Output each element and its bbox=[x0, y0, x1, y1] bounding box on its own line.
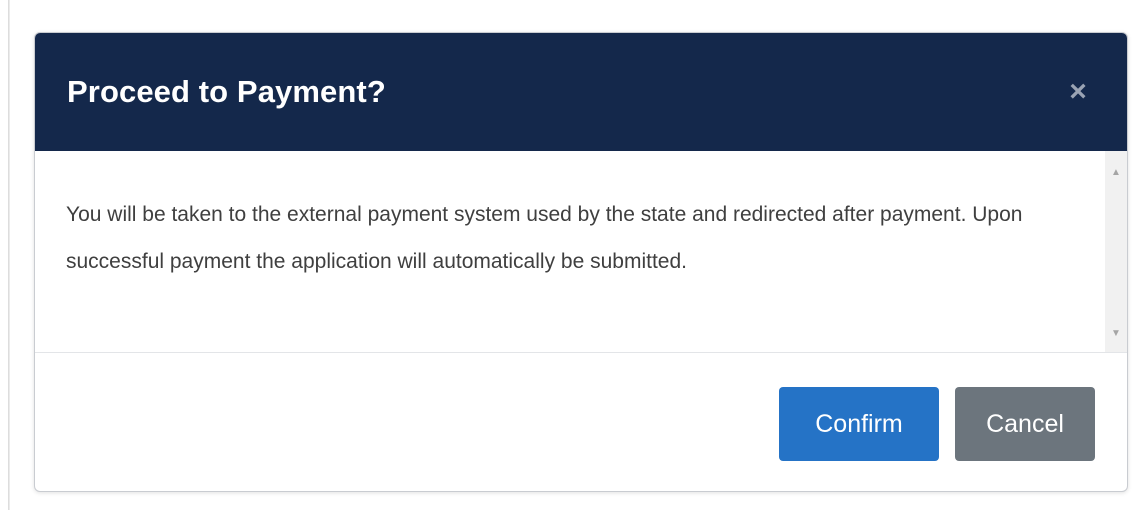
dialog-scrollbar[interactable]: ▲ ▼ bbox=[1105, 151, 1127, 352]
confirm-button[interactable]: Confirm bbox=[779, 387, 939, 461]
dialog-header: Proceed to Payment? × bbox=[35, 33, 1127, 151]
dialog-footer: Confirm Cancel bbox=[35, 353, 1127, 491]
scroll-up-arrow-icon[interactable]: ▲ bbox=[1105, 161, 1127, 183]
close-icon[interactable]: × bbox=[1063, 77, 1093, 107]
dialog-title: Proceed to Payment? bbox=[67, 74, 386, 109]
scroll-down-arrow-icon[interactable]: ▼ bbox=[1105, 322, 1127, 344]
page-background: Proceed to Payment? × You will be taken … bbox=[0, 0, 1140, 510]
dialog-body: You will be taken to the external paymen… bbox=[35, 151, 1127, 353]
dialog-message: You will be taken to the external paymen… bbox=[66, 203, 1023, 273]
cancel-button[interactable]: Cancel bbox=[955, 387, 1095, 461]
payment-dialog: Proceed to Payment? × You will be taken … bbox=[34, 32, 1128, 492]
